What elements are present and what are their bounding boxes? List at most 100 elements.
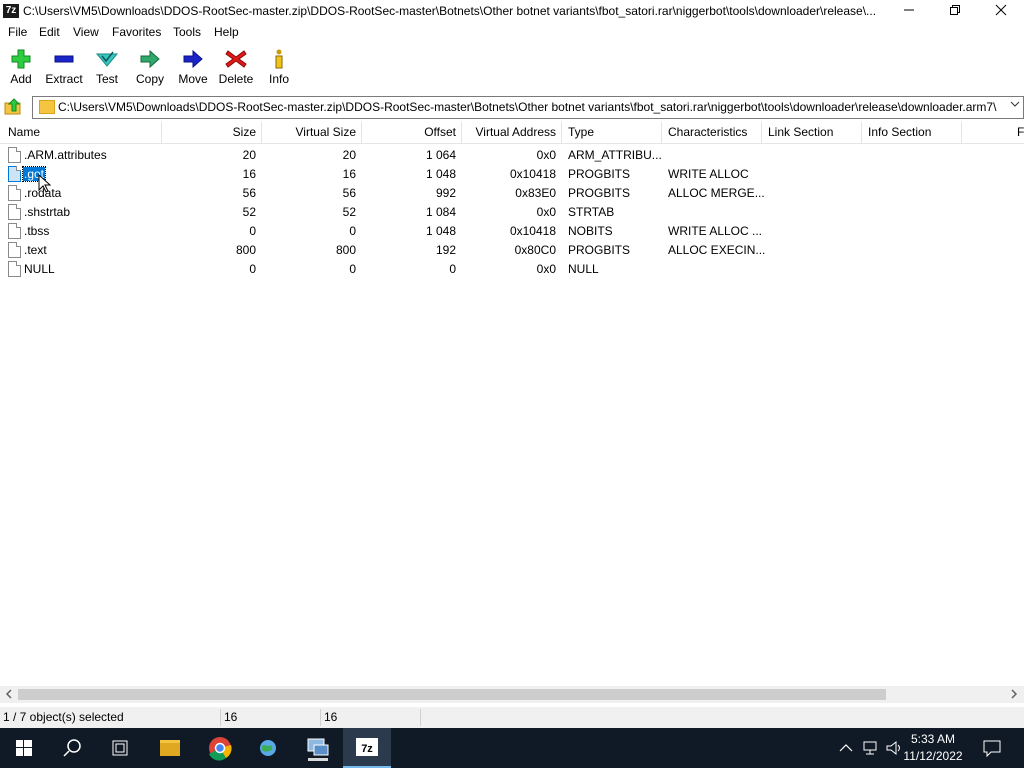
row-virtual-address: 0x10418: [509, 224, 556, 238]
move-label: Move: [178, 72, 208, 86]
menu-tools[interactable]: Tools: [173, 25, 201, 39]
window-title: C:\Users\VM5\Downloads\DDOS-RootSec-mast…: [23, 4, 877, 18]
scroll-left-icon[interactable]: [5, 687, 13, 704]
menu-help[interactable]: Help: [214, 25, 239, 39]
row-size: 20: [242, 148, 256, 162]
column-characteristics[interactable]: Characteristics: [668, 125, 747, 141]
row-virtual-address: 0x80C0: [514, 243, 556, 257]
row-type: NOBITS: [568, 224, 613, 238]
column-headers: Name Size Virtual Size Offset Virtual Ad…: [0, 122, 1024, 144]
close-icon: [995, 4, 1007, 16]
move-button[interactable]: Move: [177, 48, 209, 92]
row-size: 56: [242, 186, 256, 200]
task-view-button[interactable]: [96, 728, 144, 768]
search-button[interactable]: [48, 728, 96, 768]
table-row-selected[interactable]: .got 16 16 1 048 0x10418 PROGBITS WRITE …: [0, 165, 1024, 184]
row-characteristics: WRITE ALLOC: [668, 167, 749, 181]
table-row[interactable]: NULL 0 0 0 0x0 NULL: [0, 260, 1024, 279]
restore-button[interactable]: [932, 0, 978, 23]
column-link-section[interactable]: Link Section: [768, 125, 833, 141]
column-truncated[interactable]: F: [1017, 125, 1024, 141]
row-offset: 1 064: [425, 148, 456, 162]
table-row[interactable]: .shstrtab 52 52 1 084 0x0 STRTAB: [0, 203, 1024, 222]
task-view-icon: [112, 740, 128, 756]
horizontal-scrollbar[interactable]: [0, 686, 1024, 703]
status-selected: 1 / 7 object(s) selected: [3, 710, 124, 724]
network-icon[interactable]: [862, 739, 880, 757]
7zip-taskbar-button[interactable]: 7z: [343, 728, 391, 768]
clock-date[interactable]: 11/12/2022: [898, 749, 968, 763]
info-icon: [275, 49, 283, 69]
row-virtual-size: 0: [349, 262, 356, 276]
row-offset: 1 048: [425, 224, 456, 238]
clock-time[interactable]: 5:33 AM: [898, 732, 968, 746]
menu-favorites[interactable]: Favorites: [112, 25, 161, 39]
file-icon: [8, 242, 21, 258]
chrome-button[interactable]: [196, 728, 244, 768]
column-offset[interactable]: Offset: [362, 125, 456, 141]
7zip-icon: 7z: [356, 738, 378, 756]
copy-button[interactable]: Copy: [135, 48, 165, 92]
column-virtual-size[interactable]: Virtual Size: [262, 125, 356, 141]
globe-icon: [260, 740, 276, 756]
table-row[interactable]: .rodata 56 56 992 0x83E0 PROGBITS ALLOC …: [0, 184, 1024, 203]
scroll-thumb[interactable]: [18, 689, 886, 700]
row-virtual-size: 800: [335, 243, 356, 257]
folder-icon: [39, 100, 55, 114]
column-name[interactable]: Name: [8, 125, 40, 141]
chevron-up-icon[interactable]: [838, 740, 854, 756]
delete-button[interactable]: Delete: [218, 48, 254, 92]
row-virtual-size: 56: [342, 186, 356, 200]
table-row[interactable]: .text 800 800 192 0x80C0 PROGBITS ALLOC …: [0, 241, 1024, 260]
up-folder-button[interactable]: [3, 97, 23, 117]
mouse-cursor-icon: [38, 174, 52, 193]
column-info-section[interactable]: Info Section: [868, 125, 931, 141]
row-type: ARM_ATTRIBU...: [568, 148, 662, 162]
extract-label: Extract: [45, 72, 83, 86]
start-button[interactable]: [0, 728, 48, 768]
notification-icon[interactable]: [982, 738, 1002, 758]
taskbar: 7z 5:33 AM 11/12/2022: [0, 728, 1024, 768]
table-row[interactable]: .tbss 0 0 1 048 0x10418 NOBITS WRITE ALL…: [0, 222, 1024, 241]
file-icon: [8, 204, 21, 220]
copy-label: Copy: [135, 72, 164, 86]
minimize-button[interactable]: [886, 0, 932, 23]
delete-x-icon: [225, 50, 247, 68]
row-type: STRTAB: [568, 205, 615, 219]
status-size: 16: [224, 710, 238, 724]
column-type[interactable]: Type: [568, 125, 594, 141]
row-size: 0: [249, 224, 256, 238]
row-virtual-size: 0: [349, 224, 356, 238]
globe-app-button[interactable]: [244, 728, 292, 768]
row-characteristics: WRITE ALLOC ...: [668, 224, 763, 238]
address-field[interactable]: C:\Users\VM5\Downloads\DDOS-RootSec-mast…: [32, 96, 1024, 119]
chevron-down-icon[interactable]: [1010, 99, 1020, 112]
column-size[interactable]: Size: [162, 125, 256, 141]
row-size: 16: [242, 167, 256, 181]
status-virtual-size: 16: [324, 710, 338, 724]
network-tool-button[interactable]: [294, 728, 342, 768]
minimize-icon: [904, 9, 914, 11]
extract-button[interactable]: Extract: [44, 48, 84, 92]
row-size: 0: [249, 262, 256, 276]
close-button[interactable]: [978, 0, 1024, 23]
menu-file[interactable]: File: [8, 25, 27, 39]
svg-text:7z: 7z: [361, 743, 373, 755]
row-characteristics: ALLOC MERGE...: [668, 186, 765, 200]
row-name: .text: [24, 243, 47, 257]
scroll-right-icon[interactable]: [1010, 687, 1018, 704]
test-button[interactable]: Test: [93, 48, 121, 92]
add-button[interactable]: Add: [6, 48, 36, 92]
column-virtual-address[interactable]: Virtual Address: [462, 125, 557, 141]
row-offset: 992: [435, 186, 456, 200]
address-row: C:\Users\VM5\Downloads\DDOS-RootSec-mast…: [0, 95, 1024, 119]
file-explorer-button[interactable]: [146, 728, 194, 768]
folder-icon: [160, 740, 180, 756]
menu-edit[interactable]: Edit: [39, 25, 60, 39]
row-virtual-size: 16: [342, 167, 356, 181]
menu-view[interactable]: View: [73, 25, 99, 39]
info-button[interactable]: Info: [266, 48, 292, 92]
row-virtual-address: 0x0: [536, 148, 556, 162]
table-row[interactable]: .ARM.attributes 20 20 1 064 0x0 ARM_ATTR…: [0, 146, 1024, 165]
row-virtual-size: 52: [342, 205, 356, 219]
